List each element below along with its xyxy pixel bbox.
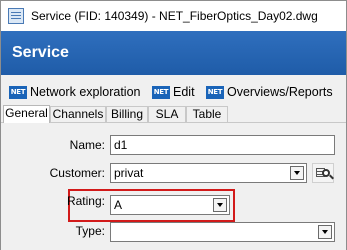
service-window: Service (FID: 140349) - NET_FiberOptics_… [0,0,347,250]
net-icon: NET [9,85,27,99]
rating-value: A [114,198,123,212]
chevron-down-icon[interactable] [290,166,304,180]
name-field[interactable]: d1 [110,135,335,155]
window-title: Service (FID: 140349) - NET_FiberOptics_… [31,9,318,23]
form-icon [8,8,24,24]
customer-value: privat [114,166,144,180]
net-icon: NET [206,85,224,99]
general-panel: Name: d1 Customer: privat Rating: A Type… [1,123,346,250]
rating-label: Rating: [66,194,105,208]
banner-title: Service [12,44,69,61]
banner: Service [1,31,346,75]
chevron-down-icon[interactable] [318,225,332,239]
tab-strip: General Channels Billing SLA Table [1,105,346,123]
tab-billing[interactable]: Billing [106,106,148,122]
toolbar: NET Network exploration NET Edit NET Ove… [1,75,346,105]
tab-channels[interactable]: Channels [50,106,106,122]
network-exploration-button[interactable]: NET Network exploration [9,84,140,100]
overviews-reports-button[interactable]: NET Overviews/Reports [206,84,333,100]
customer-label: Customer: [49,166,105,180]
network-exploration-label: Network exploration [30,85,141,99]
rating-select[interactable]: A [110,195,230,215]
overviews-reports-label: Overviews/Reports [227,85,333,99]
chevron-down-icon[interactable] [213,198,227,212]
title-bar: Service (FID: 140349) - NET_FiberOptics_… [1,1,346,31]
tab-table[interactable]: Table [186,106,228,122]
tab-sla[interactable]: SLA [148,106,186,122]
name-label: Name: [69,138,105,152]
edit-button[interactable]: NET Edit [152,84,195,100]
net-icon: NET [152,85,170,99]
tab-general[interactable]: General [3,105,50,123]
edit-label: Edit [173,85,195,99]
type-select[interactable] [110,222,335,242]
customer-select[interactable]: privat [110,163,307,183]
type-label: Type: [75,224,105,238]
customer-lookup-button[interactable] [312,163,334,183]
